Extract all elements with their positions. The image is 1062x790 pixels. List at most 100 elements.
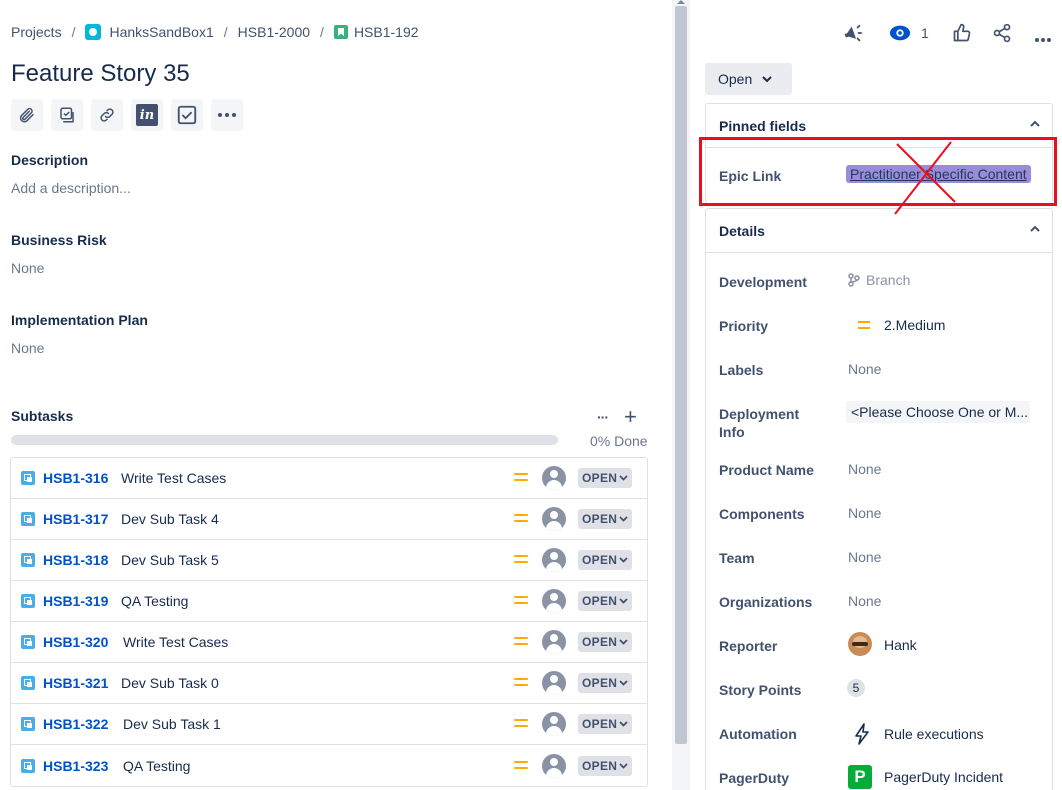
- priority-field[interactable]: 2.Medium: [858, 317, 945, 333]
- subtask-row[interactable]: HSB1-318 Dev Sub Task 5 OPEN: [11, 540, 647, 581]
- subtask-row[interactable]: HSB1-317 Dev Sub Task 4 OPEN: [11, 499, 647, 540]
- organizations-label: Organizations: [719, 594, 813, 610]
- annotation-cross-icon: [894, 141, 956, 215]
- subtask-row[interactable]: HSB1-320 Write Test Cases OPEN: [11, 622, 647, 663]
- implementation-plan-value[interactable]: None: [11, 340, 44, 356]
- add-subtask-button[interactable]: +: [624, 406, 637, 428]
- scroll-up-arrow-icon[interactable]: [677, 0, 685, 4]
- automation-label: Automation: [719, 726, 797, 742]
- subtask-status-dropdown[interactable]: OPEN: [578, 632, 633, 652]
- details-header[interactable]: Details: [706, 209, 1052, 253]
- subtask-row[interactable]: HSB1-322 Dev Sub Task 1 OPEN: [11, 704, 647, 745]
- subtask-icon: [21, 594, 35, 608]
- organizations-value[interactable]: None: [848, 593, 881, 609]
- development-branch-link[interactable]: Branch: [848, 272, 910, 288]
- description-label: Description: [11, 152, 89, 168]
- breadcrumb-projects[interactable]: Projects: [11, 24, 62, 40]
- unassigned-avatar-icon[interactable]: [542, 548, 566, 572]
- subtask-summary[interactable]: Write Test Cases: [121, 470, 226, 486]
- subtask-key[interactable]: HSB1-316: [43, 470, 108, 486]
- checklist-button[interactable]: [171, 99, 203, 131]
- components-value[interactable]: None: [848, 505, 881, 521]
- team-value[interactable]: None: [848, 549, 881, 565]
- product-name-value[interactable]: None: [848, 461, 881, 477]
- subtask-key[interactable]: HSB1-323: [43, 758, 108, 774]
- invision-button[interactable]: in: [131, 99, 163, 131]
- status-dropdown-button[interactable]: Open: [705, 63, 792, 95]
- subtask-status-dropdown[interactable]: OPEN: [578, 673, 633, 693]
- pagerduty-incident-link[interactable]: PagerDuty Incident: [884, 769, 1003, 785]
- subtask-status-label: OPEN: [582, 471, 618, 485]
- chevron-down-icon: [619, 516, 628, 522]
- subtask-summary[interactable]: Dev Sub Task 1: [123, 716, 221, 732]
- priority-medium-icon: [514, 719, 528, 729]
- subtask-status-dropdown[interactable]: OPEN: [578, 550, 633, 570]
- pagerduty-icon: P: [848, 765, 872, 789]
- subtask-status-dropdown[interactable]: OPEN: [578, 468, 633, 488]
- watch-button[interactable]: 1: [889, 24, 929, 42]
- eye-icon: [889, 25, 911, 41]
- unassigned-avatar-icon[interactable]: [542, 589, 566, 613]
- components-label: Components: [719, 506, 805, 522]
- subtasks-more-button[interactable]: ···: [597, 409, 609, 425]
- reporter-avatar: [848, 632, 872, 656]
- subtask-status-dropdown[interactable]: OPEN: [578, 509, 633, 529]
- more-options-button[interactable]: [1034, 30, 1052, 46]
- unassigned-avatar-icon[interactable]: [542, 753, 566, 778]
- subtask-key[interactable]: HSB1-320: [43, 634, 108, 650]
- subtask-status-dropdown[interactable]: OPEN: [578, 591, 633, 611]
- unassigned-avatar-icon[interactable]: [542, 507, 566, 531]
- story-points-badge[interactable]: 5: [847, 679, 865, 697]
- subtask-status-label: OPEN: [582, 676, 618, 690]
- breadcrumb-project[interactable]: HanksSandBox1: [85, 24, 214, 40]
- subtask-row[interactable]: HSB1-316 Write Test Cases OPEN: [11, 458, 647, 499]
- attach-button[interactable]: [11, 99, 43, 131]
- breadcrumb: Projects / HanksSandBox1 / HSB1-2000 / H…: [11, 24, 419, 40]
- subtask-key[interactable]: HSB1-319: [43, 593, 108, 609]
- subtask-row[interactable]: HSB1-321 Dev Sub Task 0 OPEN: [11, 663, 647, 704]
- more-actions-button[interactable]: [211, 99, 243, 131]
- feedback-button[interactable]: [842, 22, 864, 47]
- subtask-icon: [60, 107, 74, 123]
- unassigned-avatar-icon[interactable]: [542, 466, 566, 490]
- subtask-summary[interactable]: Dev Sub Task 5: [121, 552, 219, 568]
- unassigned-avatar-icon[interactable]: [542, 630, 566, 654]
- story-icon: [333, 25, 348, 39]
- priority-medium-icon: [514, 514, 528, 524]
- breadcrumb-separator: /: [223, 24, 228, 40]
- priority-medium-icon: [514, 637, 528, 647]
- automation-rule-executions[interactable]: Rule executions: [854, 723, 984, 745]
- subtask-key[interactable]: HSB1-317: [43, 511, 108, 527]
- reporter-value[interactable]: Hank: [884, 637, 917, 653]
- subtask-status-dropdown[interactable]: OPEN: [578, 755, 633, 776]
- breadcrumb-epic[interactable]: HSB1-2000: [238, 24, 310, 40]
- subtask-key[interactable]: HSB1-318: [43, 552, 108, 568]
- subtask-summary[interactable]: QA Testing: [123, 758, 190, 774]
- subtask-key[interactable]: HSB1-322: [43, 716, 108, 732]
- unassigned-avatar-icon[interactable]: [542, 712, 566, 736]
- business-risk-value[interactable]: None: [11, 260, 44, 276]
- subtask-status-label: OPEN: [582, 594, 618, 608]
- subtask-summary[interactable]: QA Testing: [121, 593, 188, 609]
- description-field[interactable]: Add a description...: [11, 180, 131, 196]
- vote-button[interactable]: [952, 23, 972, 46]
- deployment-info-select[interactable]: <Please Choose One or M...: [846, 401, 1030, 423]
- subtask-status-dropdown[interactable]: OPEN: [578, 714, 633, 734]
- subtask-summary[interactable]: Dev Sub Task 4: [121, 511, 219, 527]
- subtask-summary[interactable]: Write Test Cases: [123, 634, 228, 650]
- add-child-issue-button[interactable]: [51, 99, 83, 131]
- unassigned-avatar-icon[interactable]: [542, 671, 566, 695]
- subtask-row[interactable]: HSB1-323 QA Testing OPEN: [11, 745, 647, 786]
- subtask-row[interactable]: HSB1-319 QA Testing OPEN: [11, 581, 647, 622]
- share-button[interactable]: [992, 23, 1012, 46]
- subtask-icon: [21, 676, 35, 690]
- ellipsis-icon: [1035, 38, 1051, 42]
- subtask-list: HSB1-316 Write Test Cases OPEN HSB1-317 Dev …: [10, 457, 648, 787]
- breadcrumb-issue[interactable]: HSB1-192: [333, 24, 419, 40]
- issue-title[interactable]: Feature Story 35: [11, 60, 190, 88]
- subtask-summary[interactable]: Dev Sub Task 0: [121, 675, 219, 691]
- subtask-key[interactable]: HSB1-321: [43, 675, 108, 691]
- link-issue-button[interactable]: [91, 99, 123, 131]
- scrollbar-thumb[interactable]: [675, 6, 687, 744]
- labels-value[interactable]: None: [848, 361, 881, 377]
